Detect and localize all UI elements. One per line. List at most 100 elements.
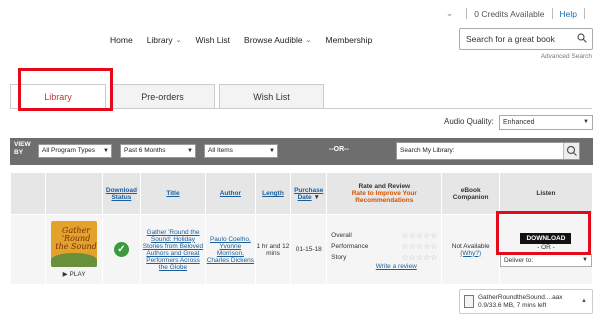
view-by-label: VIEW BY — [14, 141, 31, 157]
rating-overall-label: Overall — [331, 231, 352, 239]
download-filename: GatherRoundtheSound....aax — [478, 293, 563, 301]
chevron-down-icon: ⌄ — [175, 37, 182, 44]
items-filter-select[interactable]: All Items ▼ — [204, 144, 278, 158]
deliver-to-select[interactable]: Deliver to: ▼ — [499, 253, 592, 267]
library-search-input[interactable]: Search My Library: — [396, 142, 580, 160]
author-cell: Paulo Coelho, Yvonne Morrison, Charles D… — [205, 214, 256, 285]
chevron-down-icon: ▼ — [582, 256, 588, 263]
cover-title: Gather 'Round the Sound — [55, 226, 97, 251]
audio-quality-select[interactable]: Enhanced ▼ — [499, 115, 593, 130]
audio-quality-label: Audio Quality: — [444, 117, 494, 126]
cover-art — [51, 253, 98, 267]
tab-wish-list[interactable]: Wish List — [219, 84, 324, 108]
why-link[interactable]: (Why?) — [460, 250, 481, 257]
library-search-button[interactable] — [563, 143, 579, 159]
nav-wish-list[interactable]: Wish List — [196, 35, 230, 45]
chevron-down-icon: ⌄ — [305, 37, 312, 44]
view-by-line2: BY — [14, 149, 24, 156]
header-author-label: Author — [219, 190, 242, 197]
nav-browse-audible[interactable]: Browse Audible ⌄ — [244, 35, 311, 45]
play-label: PLAY — [69, 271, 86, 278]
nav-membership[interactable]: Membership — [326, 35, 373, 45]
or-label: --OR-- — [329, 146, 349, 153]
download-progress-text: 0.9/33.6 MB, 7 mins left — [478, 301, 547, 309]
ebook-cell: Not Available (Why?) — [441, 214, 500, 285]
chevron-down-icon: ▼ — [187, 148, 193, 154]
account-menu-chevron-icon[interactable]: ⌄ — [446, 8, 454, 19]
title-cell: Gather 'Round the Sound: Holiday Stories… — [139, 214, 207, 285]
checkmark-icon: ✓ — [113, 242, 129, 257]
file-icon — [464, 295, 474, 308]
highlight-box-download — [496, 211, 591, 255]
rating-performance-label: Performance — [331, 242, 369, 250]
audio-quality-value: Enhanced — [503, 119, 535, 126]
header-title[interactable]: Title — [139, 172, 207, 215]
divider — [584, 8, 585, 19]
purchase-date-cell: 01-15-18 — [290, 214, 328, 285]
header-spacer — [9, 172, 47, 215]
nav-home-label: Home — [110, 35, 133, 45]
star-rating-overall[interactable]: ☆☆☆☆☆ — [402, 231, 438, 240]
nav-library[interactable]: Library ⌄ — [147, 35, 182, 45]
main-nav: Home Library ⌄ Wish List Browse Audible ⌄ … — [110, 35, 386, 45]
nav-home[interactable]: Home — [110, 35, 133, 45]
search-icon — [566, 145, 577, 156]
table-header-row: Download Status Title Author Length Purc… — [9, 172, 594, 215]
row-spacer — [9, 214, 47, 285]
chevron-down-icon: ▼ — [269, 148, 275, 154]
tab-pre-orders[interactable]: Pre-orders — [110, 84, 215, 108]
download-progress-panel[interactable]: GatherRoundtheSound....aax 0.9/33.6 MB, … — [459, 289, 593, 314]
header-rate-review-label: Rate and Review — [358, 183, 411, 190]
title-link[interactable]: Gather 'Round the Sound: Holiday Stories… — [143, 229, 203, 271]
program-type-value: All Program Types — [42, 147, 95, 154]
header-rate-review: Rate and Review Rate to Improve Your Rec… — [326, 172, 443, 215]
rating-story: Story ☆☆☆☆☆ — [331, 252, 441, 263]
nav-membership-label: Membership — [325, 35, 373, 45]
nav-wish-list-label: Wish List — [195, 35, 231, 45]
chevron-down-icon: ▼ — [103, 148, 109, 154]
header-ebook-companion: eBook Companion — [441, 172, 500, 215]
write-review-link[interactable]: Write a review — [376, 263, 417, 270]
time-period-value: Past 6 Months — [124, 147, 166, 154]
time-period-select[interactable]: Past 6 Months ▼ — [120, 144, 196, 158]
filter-bar: VIEW BY All Program Types ▼ Past 6 Months… — [10, 138, 593, 165]
search-input[interactable]: Search for a great book — [459, 28, 593, 50]
header-author[interactable]: Author — [205, 172, 256, 215]
header-cover — [45, 172, 103, 215]
header-download-status-label: Download Status — [105, 186, 137, 201]
library-search-placeholder: Search My Library: — [400, 147, 455, 154]
view-by-line1: VIEW — [14, 141, 31, 148]
deliver-to-value: Deliver to: — [503, 256, 534, 264]
rating-overall: Overall ☆☆☆☆☆ — [331, 230, 441, 241]
star-rating-performance[interactable]: ☆☆☆☆☆ — [402, 242, 438, 251]
star-rating-story[interactable]: ☆☆☆☆☆ — [402, 253, 438, 262]
nav-browse-label: Browse Audible — [244, 35, 303, 45]
author-link[interactable]: Paulo Coelho, Yvonne Morrison, Charles D… — [207, 236, 254, 264]
download-status-cell: ✓ — [101, 214, 141, 285]
highlight-box-library-tab — [18, 68, 113, 111]
play-icon: ▶ — [62, 271, 68, 278]
header-length[interactable]: Length — [254, 172, 292, 215]
nav-library-label: Library — [146, 35, 173, 45]
ebook-status: Not Available — [451, 242, 490, 250]
rating-story-label: Story — [331, 253, 347, 261]
account-bar: ⌄ 0 Credits Available Help — [446, 8, 592, 19]
advanced-search-link[interactable]: Advanced Search — [541, 53, 592, 60]
header-listen: Listen — [498, 172, 594, 215]
divider — [551, 8, 553, 19]
items-filter-value: All Items — [208, 147, 233, 154]
chevron-up-icon[interactable]: ▲ — [581, 298, 587, 304]
header-download-status[interactable]: Download Status — [101, 172, 141, 215]
search-placeholder: Search for a great book — [466, 34, 555, 44]
rating-cell: Overall ☆☆☆☆☆ Performance ☆☆☆☆☆ Story ☆☆☆☆☆… — [326, 214, 443, 285]
help-link[interactable]: Help — [560, 9, 577, 19]
credits-available[interactable]: 0 Credits Available — [474, 9, 544, 19]
program-type-select[interactable]: All Program Types ▼ — [38, 144, 112, 158]
chevron-down-icon: ▼ — [583, 119, 589, 125]
header-rate-improve-label: Rate to Improve Your Recommendations — [351, 190, 417, 204]
header-purchase-date[interactable]: Purchase Date ▼ — [290, 172, 328, 215]
book-cover[interactable]: Gather 'Round the Sound — [51, 221, 98, 267]
rating-performance: Performance ☆☆☆☆☆ — [331, 241, 441, 252]
search-icon[interactable] — [577, 33, 587, 43]
play-button[interactable]: ▶ PLAY — [46, 270, 102, 278]
